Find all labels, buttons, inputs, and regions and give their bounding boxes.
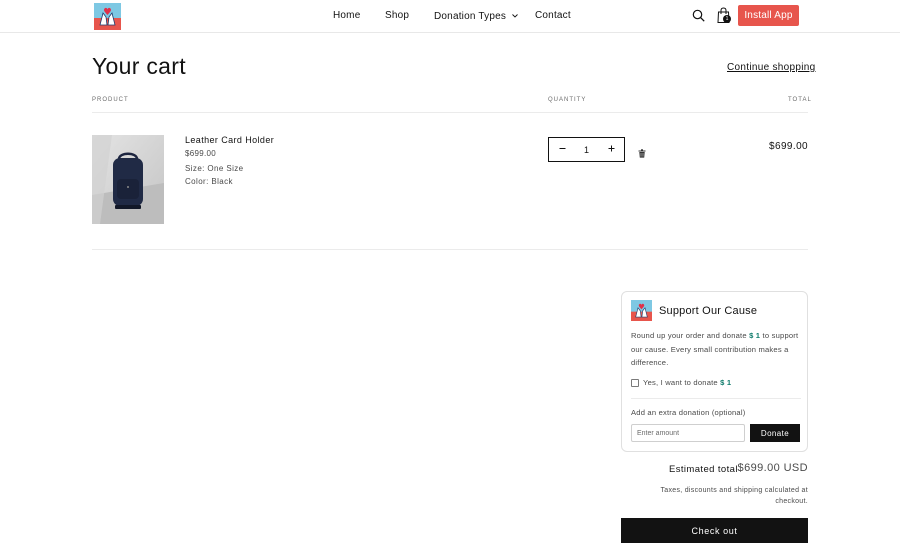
cart-item-name[interactable]: Leather Card Holder — [185, 135, 274, 145]
cart-count-badge: 1 — [723, 15, 731, 23]
column-header-total: TOTAL — [788, 97, 812, 103]
checkbox-amount: $ 1 — [720, 378, 732, 387]
column-header-product: PRODUCT — [92, 97, 129, 103]
quantity-input[interactable] — [576, 144, 597, 155]
checkbox-label-text: Yes, I want to donate — [643, 378, 721, 387]
nav-contact-link[interactable]: Contact — [535, 10, 571, 21]
donate-checkbox-label[interactable]: Yes, I want to donate $ 1 — [643, 378, 731, 387]
donate-checkbox[interactable] — [631, 379, 639, 387]
site-header: Home Shop Donation Types Contact 1 Insta… — [0, 0, 900, 33]
cart-item-total: $699.00 — [769, 141, 808, 152]
chevron-down-icon — [512, 10, 518, 21]
quantity-increase-button[interactable] — [606, 144, 616, 155]
estimated-total-value: $699.00 USD — [737, 462, 808, 474]
checkout-button[interactable]: Check out — [621, 518, 808, 543]
extra-donation-label: Add an extra donation (optional) — [631, 408, 746, 417]
install-app-button[interactable]: Install App — [738, 5, 799, 26]
tax-note: Taxes, discounts and shipping calculated… — [660, 487, 808, 505]
quantity-stepper — [548, 137, 625, 162]
donation-divider — [631, 398, 801, 399]
donation-title: Support Our Cause — [659, 305, 758, 317]
donation-amount-input[interactable] — [631, 424, 745, 442]
estimated-total-label: Estimated total — [669, 464, 738, 475]
items-divider — [92, 249, 808, 250]
column-header-quantity: QUANTITY — [548, 97, 587, 103]
header-divider — [92, 112, 808, 113]
donation-description: Round up your order and donate $ 1 to su… — [631, 329, 803, 370]
cart-item-size: Size: One Size — [185, 164, 244, 173]
continue-shopping-link[interactable]: Continue shopping — [727, 62, 816, 73]
nav-donation-types-label: Donation Types — [434, 11, 507, 22]
heart-hands-logo-icon — [631, 300, 652, 321]
search-icon[interactable] — [692, 9, 705, 22]
donation-amount: $ 1 — [749, 331, 761, 340]
heart-hands-logo-icon[interactable] — [94, 3, 121, 30]
nav-home-link[interactable]: Home — [333, 10, 360, 21]
nav-donation-types-menu[interactable]: Donation Types — [434, 10, 518, 22]
donation-widget: Support Our Cause Round up your order an… — [621, 291, 808, 452]
trash-icon[interactable] — [638, 145, 646, 158]
page-title: Your cart — [92, 53, 186, 79]
nav-shop-link[interactable]: Shop — [385, 10, 409, 21]
donate-button[interactable]: Donate — [750, 424, 800, 442]
quantity-decrease-button[interactable] — [557, 144, 567, 155]
product-image[interactable] — [92, 135, 164, 224]
cart-item-price: $699.00 — [185, 149, 217, 158]
cart-item-color: Color: Black — [185, 177, 233, 186]
donation-desc-part1: Round up your order and donate — [631, 331, 750, 340]
